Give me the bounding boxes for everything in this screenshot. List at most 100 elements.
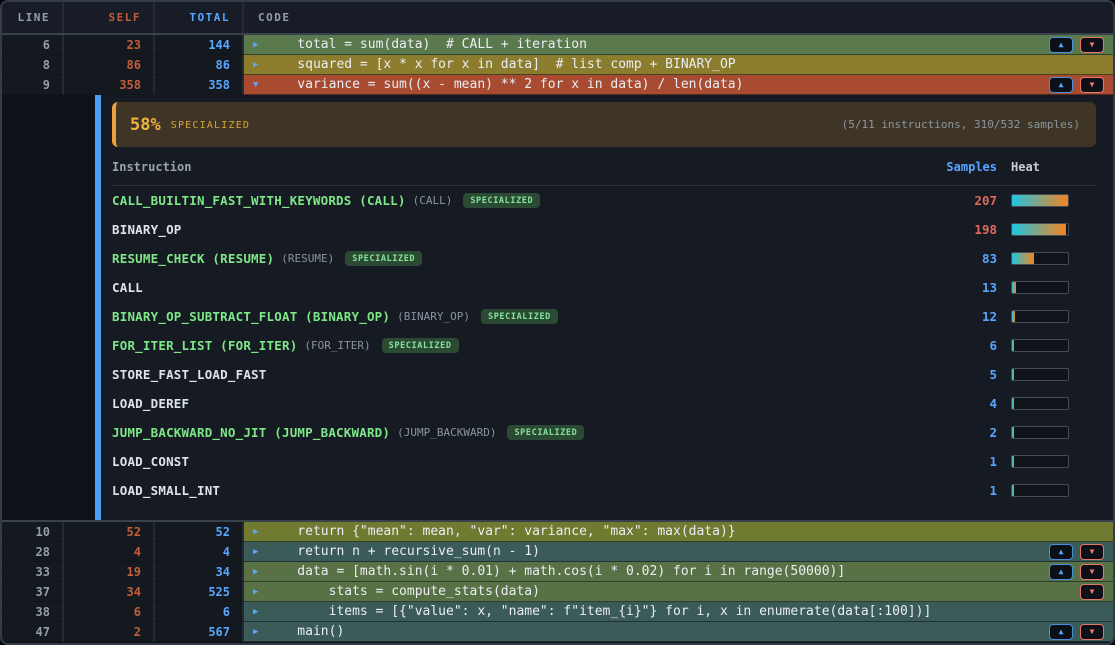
heat-bar-fill bbox=[1012, 195, 1068, 206]
expand-icon[interactable]: ▶ bbox=[253, 587, 266, 597]
code-rows-top: 623144▶ total = sum(data) # CALL + itera… bbox=[2, 35, 1113, 95]
code-cell: ▼ variance = sum((x - mean) ** 2 for x i… bbox=[244, 75, 1113, 95]
self-samples: 52 bbox=[64, 522, 155, 542]
jump-down-button[interactable]: ▼ bbox=[1080, 564, 1104, 580]
profiler-window: LINE SELF TOTAL CODE 623144▶ total = sum… bbox=[0, 0, 1115, 645]
collapse-icon[interactable]: ▼ bbox=[253, 80, 266, 90]
specialization-summary-banner: 58% SPECIALIZED (5/11 instructions, 310/… bbox=[112, 102, 1096, 147]
code-rows-bottom: 105252▶ return {"mean": mean, "var": var… bbox=[2, 520, 1113, 642]
specialized-badge: SPECIALIZED bbox=[481, 309, 558, 324]
sample-count: 1 bbox=[927, 483, 997, 498]
expand-icon[interactable]: ▶ bbox=[253, 40, 266, 50]
specialized-badge: SPECIALIZED bbox=[463, 193, 540, 208]
code-line-row: 9358358▼ variance = sum((x - mean) ** 2 … bbox=[2, 75, 1113, 95]
total-samples: 86 bbox=[155, 55, 244, 75]
heat-bar-fill bbox=[1012, 253, 1034, 264]
code-line-row: 105252▶ return {"mean": mean, "var": var… bbox=[2, 522, 1113, 542]
self-samples: 23 bbox=[64, 35, 155, 55]
instruction-table-header: Instruction Samples Heat bbox=[112, 149, 1096, 186]
line-number: 9 bbox=[2, 75, 64, 95]
row-nav-buttons: ▲▼ bbox=[1049, 544, 1104, 560]
total-samples: 34 bbox=[155, 562, 244, 582]
jump-down-button[interactable]: ▼ bbox=[1080, 544, 1104, 560]
code-cell: ▶ squared = [x * x for x in data] # list… bbox=[244, 55, 1113, 75]
jump-down-button[interactable]: ▼ bbox=[1080, 584, 1104, 600]
row-nav-buttons: ▲▼ bbox=[1049, 77, 1104, 93]
sample-count: 12 bbox=[927, 309, 997, 324]
jump-down-button[interactable]: ▼ bbox=[1080, 624, 1104, 640]
line-number: 8 bbox=[2, 55, 64, 75]
sample-count: 83 bbox=[927, 251, 997, 266]
jump-up-button[interactable]: ▲ bbox=[1049, 564, 1073, 580]
total-samples: 4 bbox=[155, 542, 244, 562]
samples-column-header[interactable]: Samples bbox=[927, 160, 997, 174]
expand-icon[interactable]: ▶ bbox=[253, 567, 266, 577]
instruction-row: LOAD_DEREF4 bbox=[112, 389, 1096, 418]
expand-icon[interactable]: ▶ bbox=[253, 527, 266, 537]
self-samples: 358 bbox=[64, 75, 155, 95]
total-samples: 144 bbox=[155, 35, 244, 55]
opcode-name: RESUME_CHECK (RESUME) bbox=[112, 251, 274, 266]
heat-bar-fill bbox=[1012, 485, 1014, 496]
instruction-name-cell: CALL bbox=[112, 280, 927, 295]
code-cell: ▶ data = [math.sin(i * 0.01) + math.cos(… bbox=[244, 562, 1113, 582]
heat-bar bbox=[1011, 310, 1069, 323]
code-line-row: 2844▶ return n + recursive_sum(n - 1)▲▼ bbox=[2, 542, 1113, 562]
code-cell: ▶ return n + recursive_sum(n - 1)▲▼ bbox=[244, 542, 1113, 562]
sample-count: 13 bbox=[927, 280, 997, 295]
specialization-panel: 58% SPECIALIZED (5/11 instructions, 310/… bbox=[2, 95, 1113, 520]
opcode-base-name: (CALL) bbox=[413, 194, 453, 207]
line-number: 33 bbox=[2, 562, 64, 582]
sample-count: 198 bbox=[927, 222, 997, 237]
instruction-row: FOR_ITER_LIST (FOR_ITER)(FOR_ITER)SPECIA… bbox=[112, 331, 1096, 360]
total-samples: 525 bbox=[155, 582, 244, 602]
opcode-name: FOR_ITER_LIST (FOR_ITER) bbox=[112, 338, 297, 353]
opcode-name: JUMP_BACKWARD_NO_JIT (JUMP_BACKWARD) bbox=[112, 425, 390, 440]
heat-bar-fill bbox=[1012, 224, 1066, 235]
jump-up-button[interactable]: ▲ bbox=[1049, 624, 1073, 640]
code-cell: ▶ items = [{"value": x, "name": f"item_{… bbox=[244, 602, 1113, 622]
instruction-rows: CALL_BUILTIN_FAST_WITH_KEYWORDS (CALL)(C… bbox=[112, 186, 1096, 505]
opcode-name: BINARY_OP_SUBTRACT_FLOAT (BINARY_OP) bbox=[112, 309, 390, 324]
opcode-base-name: (FOR_ITER) bbox=[304, 339, 370, 352]
self-samples: 19 bbox=[64, 562, 155, 582]
jump-down-button[interactable]: ▼ bbox=[1080, 77, 1104, 93]
opcode-name: LOAD_SMALL_INT bbox=[112, 483, 220, 498]
heat-bar bbox=[1011, 339, 1069, 352]
sample-count: 5 bbox=[927, 367, 997, 382]
code-cell: ▶ return {"mean": mean, "var": variance,… bbox=[244, 522, 1113, 542]
opcode-name: STORE_FAST_LOAD_FAST bbox=[112, 367, 267, 382]
expand-icon[interactable]: ▶ bbox=[253, 547, 266, 557]
expand-icon[interactable]: ▶ bbox=[253, 607, 266, 617]
instruction-row: BINARY_OP_SUBTRACT_FLOAT (BINARY_OP)(BIN… bbox=[112, 302, 1096, 331]
heat-bar-fill bbox=[1012, 311, 1015, 322]
specialization-panel-body: 58% SPECIALIZED (5/11 instructions, 310/… bbox=[101, 95, 1113, 520]
code-line-row: 472567▶ main()▲▼ bbox=[2, 622, 1113, 642]
line-number: 38 bbox=[2, 602, 64, 622]
expand-icon[interactable]: ▶ bbox=[253, 60, 266, 70]
code-line-row: 331934▶ data = [math.sin(i * 0.01) + mat… bbox=[2, 562, 1113, 582]
code-line-row: 623144▶ total = sum(data) # CALL + itera… bbox=[2, 35, 1113, 55]
instruction-name-cell: CALL_BUILTIN_FAST_WITH_KEYWORDS (CALL)(C… bbox=[112, 193, 927, 208]
expand-icon[interactable]: ▶ bbox=[253, 627, 266, 637]
heat-bar bbox=[1011, 223, 1069, 236]
instruction-name-cell: LOAD_SMALL_INT bbox=[112, 483, 927, 498]
row-nav-buttons: ▲▼ bbox=[1049, 564, 1104, 580]
jump-up-button[interactable]: ▲ bbox=[1049, 37, 1073, 53]
row-nav-buttons: ▲▼ bbox=[1049, 37, 1104, 53]
source-code-text: total = sum(data) # CALL + iteration bbox=[266, 37, 1049, 52]
heat-bar bbox=[1011, 397, 1069, 410]
jump-up-button[interactable]: ▲ bbox=[1049, 77, 1073, 93]
source-code-text: variance = sum((x - mean) ** 2 for x in … bbox=[266, 77, 1049, 92]
total-samples: 567 bbox=[155, 622, 244, 642]
jump-down-button[interactable]: ▼ bbox=[1080, 37, 1104, 53]
heat-bar-fill bbox=[1012, 398, 1014, 409]
heat-bar bbox=[1011, 281, 1069, 294]
specialized-badge: SPECIALIZED bbox=[507, 425, 584, 440]
instruction-row: CALL13 bbox=[112, 273, 1096, 302]
row-nav-buttons: ▲▼ bbox=[1049, 624, 1104, 640]
sample-count: 6 bbox=[927, 338, 997, 353]
opcode-base-name: (RESUME) bbox=[281, 252, 334, 265]
jump-up-button[interactable]: ▲ bbox=[1049, 544, 1073, 560]
code-cell: ▶ main()▲▼ bbox=[244, 622, 1113, 642]
